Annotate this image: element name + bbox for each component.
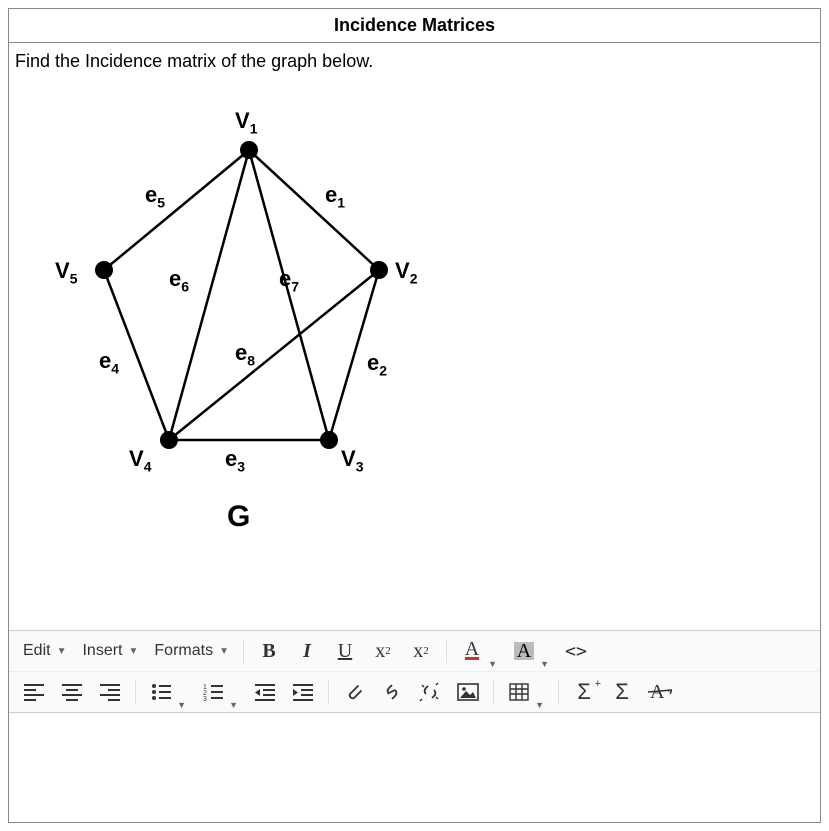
align-center-icon <box>62 683 82 701</box>
numbered-list-button[interactable]: 123 ▼ <box>196 676 230 708</box>
vertex-label-v2: V2 <box>395 258 417 286</box>
link-button[interactable] <box>375 676 409 708</box>
numbered-list-icon: 123 <box>203 683 223 701</box>
edge-label-e5: e5 <box>145 182 165 210</box>
indent-icon <box>293 683 313 701</box>
align-right-icon <box>100 683 120 701</box>
editor-toolbar: Edit▼ Insert▼ Formats▼ B I U x2 x2 A▼ A▼… <box>9 630 820 713</box>
code-button[interactable]: <> <box>559 635 593 667</box>
page-title: Incidence Matrices <box>9 9 820 43</box>
bullet-list-button[interactable]: ▼ <box>144 676 178 708</box>
link-icon <box>381 682 403 702</box>
menu-insert[interactable]: Insert▼ <box>76 636 144 666</box>
vertex-label-v5: V5 <box>55 258 77 286</box>
outdent-icon <box>255 683 275 701</box>
strike-a-icon: A <box>648 682 672 702</box>
align-left-button[interactable] <box>17 676 51 708</box>
caret-icon: ▼ <box>229 700 238 710</box>
separator <box>135 680 136 704</box>
edge-label-e1: e1 <box>325 182 345 210</box>
vertex-label-v3: V3 <box>341 446 363 474</box>
caret-icon: ▼ <box>129 646 139 657</box>
outdent-button[interactable] <box>248 676 282 708</box>
equation-insert-button[interactable]: Σ+ <box>567 676 601 708</box>
attachment-button[interactable] <box>337 676 371 708</box>
graph-figure: V1 V2 V3 V4 V5 e1 e2 e3 e4 e5 e6 e7 e8 G <box>9 90 509 610</box>
indent-button[interactable] <box>286 676 320 708</box>
vertex-label-v1: V1 <box>235 108 257 136</box>
graph-name: G <box>227 500 250 534</box>
align-left-icon <box>24 683 44 701</box>
italic-button[interactable]: I <box>290 635 324 667</box>
edge-label-e2: e2 <box>367 350 387 378</box>
caret-icon: ▼ <box>177 700 186 710</box>
vertex-label-v4: V4 <box>129 446 151 474</box>
text-color-button[interactable]: A▼ <box>455 635 489 667</box>
separator <box>493 680 494 704</box>
bullet-list-icon <box>151 683 171 701</box>
edge-label-e8: e8 <box>235 340 255 368</box>
svg-text:3: 3 <box>203 696 207 701</box>
edge-label-e3: e3 <box>225 446 245 474</box>
bg-color-button[interactable]: A▼ <box>507 635 541 667</box>
table-button[interactable]: ▼ <box>502 676 536 708</box>
edge-label-e4: e4 <box>99 348 119 376</box>
image-button[interactable] <box>451 676 485 708</box>
bold-button[interactable]: B <box>252 635 286 667</box>
question-prompt: Find the Incidence matrix of the graph b… <box>9 43 820 80</box>
caret-icon: ▼ <box>488 659 497 669</box>
caret-icon: ▼ <box>57 646 67 657</box>
image-icon <box>457 683 479 701</box>
separator <box>328 680 329 704</box>
strikethrough-a-button[interactable]: A <box>643 676 677 708</box>
edge-label-e7: e7 <box>279 266 299 294</box>
caret-icon: ▼ <box>219 646 229 657</box>
align-right-button[interactable] <box>93 676 127 708</box>
unlink-button[interactable] <box>413 676 447 708</box>
subscript-button[interactable]: x2 <box>366 635 400 667</box>
edge-label-e6: e6 <box>169 266 189 294</box>
menu-edit[interactable]: Edit▼ <box>17 636 72 666</box>
table-icon <box>509 683 529 701</box>
menu-formats[interactable]: Formats▼ <box>148 636 235 666</box>
graph-svg <box>9 90 509 610</box>
separator <box>243 639 244 663</box>
paperclip-icon <box>344 682 364 702</box>
superscript-button[interactable]: x2 <box>404 635 438 667</box>
unlink-icon <box>419 682 441 702</box>
separator <box>446 639 447 663</box>
caret-icon: ▼ <box>540 659 549 669</box>
equation-button[interactable]: Σ <box>605 676 639 708</box>
separator <box>558 680 559 704</box>
align-center-button[interactable] <box>55 676 89 708</box>
underline-button[interactable]: U <box>328 635 362 667</box>
caret-icon: ▼ <box>535 700 544 710</box>
